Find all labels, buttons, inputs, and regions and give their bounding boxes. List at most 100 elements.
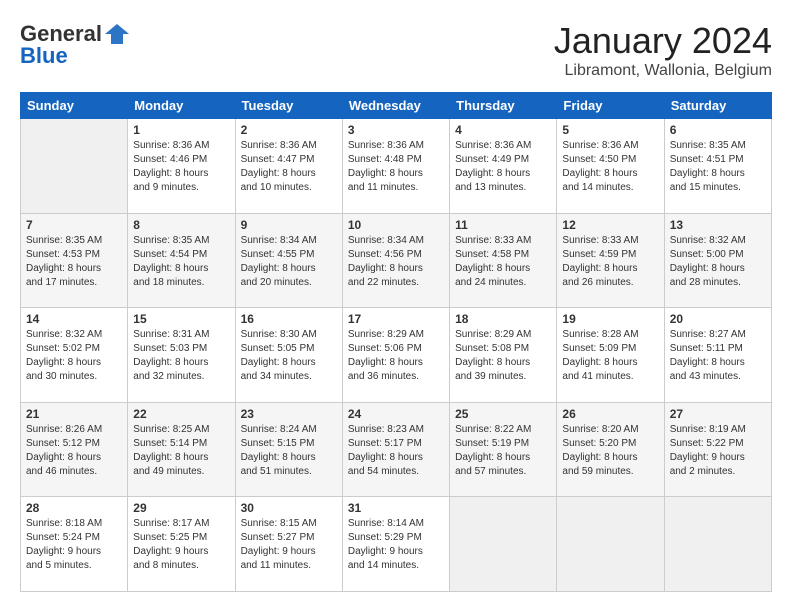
weekday-header-sunday: Sunday: [21, 93, 128, 119]
day-info: Sunrise: 8:15 AMSunset: 5:27 PMDaylight:…: [241, 517, 337, 573]
day-cell: 17 Sunrise: 8:29 AMSunset: 5:06 PMDayligh…: [342, 308, 449, 403]
day-number: 21: [26, 407, 122, 421]
day-info: Sunrise: 8:14 AMSunset: 5:29 PMDaylight:…: [348, 517, 444, 573]
weekday-header-saturday: Saturday: [664, 93, 771, 119]
day-cell: [557, 497, 664, 592]
title-block: January 2024 Libramont, Wallonia, Belgiu…: [554, 20, 772, 80]
day-info: Sunrise: 8:24 AMSunset: 5:15 PMDaylight:…: [241, 423, 337, 479]
day-cell: 20 Sunrise: 8:27 AMSunset: 5:11 PMDayligh…: [664, 308, 771, 403]
day-info: Sunrise: 8:36 AMSunset: 4:46 PMDaylight:…: [133, 139, 229, 195]
weekday-header-row: SundayMondayTuesdayWednesdayThursdayFrid…: [21, 93, 772, 119]
day-number: 30: [241, 501, 337, 515]
day-info: Sunrise: 8:35 AMSunset: 4:51 PMDaylight:…: [670, 139, 766, 195]
day-cell: 13Sunrise: 8:32 AMSunset: 5:00 PMDayligh…: [664, 213, 771, 308]
day-cell: 22Sunrise: 8:25 AMSunset: 5:14 PMDayligh…: [128, 402, 235, 497]
weekday-header-thursday: Thursday: [450, 93, 557, 119]
day-number: 6: [670, 123, 766, 137]
logo-text: General Blue: [20, 20, 132, 68]
header: General Blue January 2024 Libramont, Wal…: [20, 20, 772, 80]
day-cell: 24 Sunrise: 8:23 AMSunset: 5:17 PMDayligh…: [342, 402, 449, 497]
day-cell: 6 Sunrise: 8:35 AMSunset: 4:51 PMDaylight…: [664, 119, 771, 214]
day-info: Sunrise: 8:33 AMSunset: 4:59 PMDaylight:…: [562, 234, 658, 290]
week-row-3: 14 Sunrise: 8:32 AMSunset: 5:02 PMDayligh…: [21, 308, 772, 403]
day-cell: 21 Sunrise: 8:26 AMSunset: 5:12 PMDayligh…: [21, 402, 128, 497]
day-number: 14: [26, 312, 122, 326]
day-number: 16: [241, 312, 337, 326]
day-number: 12: [562, 218, 658, 232]
day-cell: 27 Sunrise: 8:19 AMSunset: 5:22 PMDayligh…: [664, 402, 771, 497]
day-cell: 16 Sunrise: 8:30 AMSunset: 5:05 PMDayligh…: [235, 308, 342, 403]
day-info: Sunrise: 8:22 AMSunset: 5:19 PMDaylight:…: [455, 423, 551, 479]
day-number: 26: [562, 407, 658, 421]
day-info: Sunrise: 8:23 AMSunset: 5:17 PMDaylight:…: [348, 423, 444, 479]
day-cell: [450, 497, 557, 592]
day-info: Sunrise: 8:17 AMSunset: 5:25 PMDaylight:…: [133, 517, 229, 573]
day-number: 22: [133, 407, 229, 421]
day-info: Sunrise: 8:35 AMSunset: 4:54 PMDaylight:…: [133, 234, 229, 290]
day-cell: 18 Sunrise: 8:29 AMSunset: 5:08 PMDayligh…: [450, 308, 557, 403]
day-info: Sunrise: 8:35 AMSunset: 4:53 PMDaylight:…: [26, 234, 122, 290]
day-number: 19: [562, 312, 658, 326]
day-cell: 15 Sunrise: 8:31 AMSunset: 5:03 PMDayligh…: [128, 308, 235, 403]
day-number: 20: [670, 312, 766, 326]
day-info: Sunrise: 8:36 AMSunset: 4:48 PMDaylight:…: [348, 139, 444, 195]
day-cell: 7 Sunrise: 8:35 AMSunset: 4:53 PMDaylight…: [21, 213, 128, 308]
day-info: Sunrise: 8:28 AMSunset: 5:09 PMDaylight:…: [562, 328, 658, 384]
day-cell: 26 Sunrise: 8:20 AMSunset: 5:20 PMDayligh…: [557, 402, 664, 497]
day-cell: 25Sunrise: 8:22 AMSunset: 5:19 PMDayligh…: [450, 402, 557, 497]
week-row-4: 21 Sunrise: 8:26 AMSunset: 5:12 PMDayligh…: [21, 402, 772, 497]
month-title: January 2024: [554, 20, 772, 62]
day-info: Sunrise: 8:20 AMSunset: 5:20 PMDaylight:…: [562, 423, 658, 479]
page: General Blue January 2024 Libramont, Wal…: [0, 0, 792, 612]
day-cell: 23 Sunrise: 8:24 AMSunset: 5:15 PMDayligh…: [235, 402, 342, 497]
logo: General Blue: [20, 20, 132, 68]
weekday-header-tuesday: Tuesday: [235, 93, 342, 119]
day-number: 31: [348, 501, 444, 515]
day-cell: 11 Sunrise: 8:33 AMSunset: 4:58 PMDayligh…: [450, 213, 557, 308]
day-number: 7: [26, 218, 122, 232]
day-info: Sunrise: 8:27 AMSunset: 5:11 PMDaylight:…: [670, 328, 766, 384]
weekday-header-friday: Friday: [557, 93, 664, 119]
day-number: 11: [455, 218, 551, 232]
day-cell: 30 Sunrise: 8:15 AMSunset: 5:27 PMDayligh…: [235, 497, 342, 592]
day-info: Sunrise: 8:32 AMSunset: 5:02 PMDaylight:…: [26, 328, 122, 384]
day-number: 24: [348, 407, 444, 421]
day-number: 3: [348, 123, 444, 137]
day-number: 27: [670, 407, 766, 421]
day-cell: 9 Sunrise: 8:34 AMSunset: 4:55 PMDaylight…: [235, 213, 342, 308]
week-row-1: 1Sunrise: 8:36 AMSunset: 4:46 PMDaylight…: [21, 119, 772, 214]
day-info: Sunrise: 8:33 AMSunset: 4:58 PMDaylight:…: [455, 234, 551, 290]
day-cell: 3 Sunrise: 8:36 AMSunset: 4:48 PMDaylight…: [342, 119, 449, 214]
day-number: 23: [241, 407, 337, 421]
day-info: Sunrise: 8:19 AMSunset: 5:22 PMDaylight:…: [670, 423, 766, 479]
day-number: 5: [562, 123, 658, 137]
day-cell: [21, 119, 128, 214]
day-cell: 10Sunrise: 8:34 AMSunset: 4:56 PMDayligh…: [342, 213, 449, 308]
day-cell: 1Sunrise: 8:36 AMSunset: 4:46 PMDaylight…: [128, 119, 235, 214]
day-number: 17: [348, 312, 444, 326]
day-info: Sunrise: 8:31 AMSunset: 5:03 PMDaylight:…: [133, 328, 229, 384]
weekday-header-wednesday: Wednesday: [342, 93, 449, 119]
day-info: Sunrise: 8:26 AMSunset: 5:12 PMDaylight:…: [26, 423, 122, 479]
day-cell: 29Sunrise: 8:17 AMSunset: 5:25 PMDayligh…: [128, 497, 235, 592]
logo-bird-icon: [103, 20, 131, 48]
day-cell: 14 Sunrise: 8:32 AMSunset: 5:02 PMDayligh…: [21, 308, 128, 403]
location: Libramont, Wallonia, Belgium: [554, 62, 772, 80]
day-number: 8: [133, 218, 229, 232]
day-number: 18: [455, 312, 551, 326]
day-number: 2: [241, 123, 337, 137]
day-cell: 5Sunrise: 8:36 AMSunset: 4:50 PMDaylight…: [557, 119, 664, 214]
day-info: Sunrise: 8:29 AMSunset: 5:08 PMDaylight:…: [455, 328, 551, 384]
day-cell: 28Sunrise: 8:18 AMSunset: 5:24 PMDayligh…: [21, 497, 128, 592]
day-info: Sunrise: 8:36 AMSunset: 4:49 PMDaylight:…: [455, 139, 551, 195]
day-number: 15: [133, 312, 229, 326]
day-info: Sunrise: 8:29 AMSunset: 5:06 PMDaylight:…: [348, 328, 444, 384]
day-cell: 12 Sunrise: 8:33 AMSunset: 4:59 PMDayligh…: [557, 213, 664, 308]
day-cell: 8 Sunrise: 8:35 AMSunset: 4:54 PMDaylight…: [128, 213, 235, 308]
day-info: Sunrise: 8:34 AMSunset: 4:55 PMDaylight:…: [241, 234, 337, 290]
day-cell: 4Sunrise: 8:36 AMSunset: 4:49 PMDaylight…: [450, 119, 557, 214]
day-info: Sunrise: 8:30 AMSunset: 5:05 PMDaylight:…: [241, 328, 337, 384]
day-number: 9: [241, 218, 337, 232]
weekday-header-monday: Monday: [128, 93, 235, 119]
calendar-table: SundayMondayTuesdayWednesdayThursdayFrid…: [20, 92, 772, 592]
